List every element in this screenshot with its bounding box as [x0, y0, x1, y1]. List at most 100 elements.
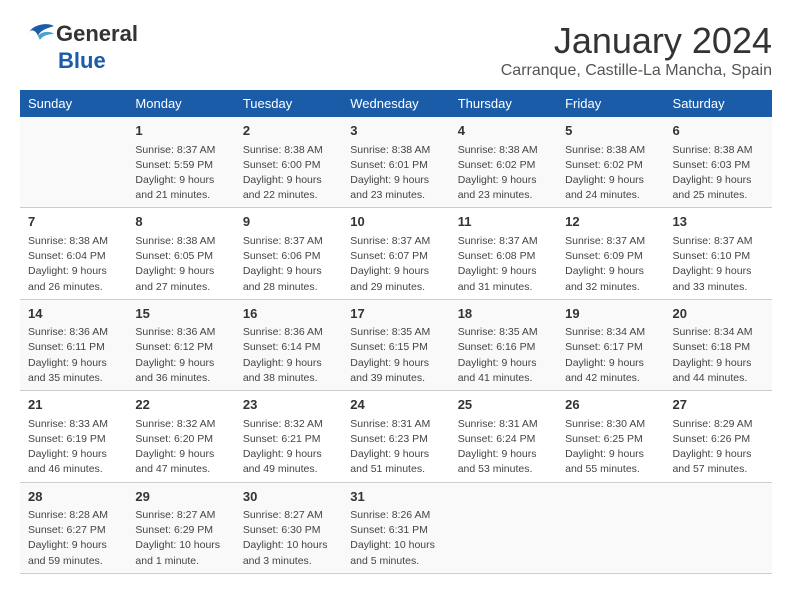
day-info: Sunrise: 8:38 AMSunset: 6:05 PMDaylight:…	[135, 234, 226, 295]
day-number: 23	[243, 395, 334, 415]
day-info: Sunrise: 8:36 AMSunset: 6:11 PMDaylight:…	[28, 325, 119, 386]
calendar-cell: 25Sunrise: 8:31 AMSunset: 6:24 PMDayligh…	[450, 391, 557, 482]
day-number: 14	[28, 304, 119, 324]
week-row-5: 28Sunrise: 8:28 AMSunset: 6:27 PMDayligh…	[20, 482, 772, 573]
day-info: Sunrise: 8:34 AMSunset: 6:17 PMDaylight:…	[565, 325, 656, 386]
calendar-cell: 17Sunrise: 8:35 AMSunset: 6:15 PMDayligh…	[342, 299, 449, 390]
logo-blue-text: Blue	[58, 48, 106, 74]
day-info: Sunrise: 8:38 AMSunset: 6:02 PMDaylight:…	[565, 143, 656, 204]
logo-general-text: General	[56, 21, 138, 47]
calendar-cell: 5Sunrise: 8:38 AMSunset: 6:02 PMDaylight…	[557, 117, 664, 208]
day-number: 18	[458, 304, 549, 324]
calendar-cell: 11Sunrise: 8:37 AMSunset: 6:08 PMDayligh…	[450, 208, 557, 299]
day-number: 26	[565, 395, 656, 415]
week-row-4: 21Sunrise: 8:33 AMSunset: 6:19 PMDayligh…	[20, 391, 772, 482]
day-number: 9	[243, 212, 334, 232]
logo-bird-icon	[20, 20, 56, 48]
calendar-cell: 26Sunrise: 8:30 AMSunset: 6:25 PMDayligh…	[557, 391, 664, 482]
day-number: 12	[565, 212, 656, 232]
day-info: Sunrise: 8:37 AMSunset: 6:10 PMDaylight:…	[673, 234, 764, 295]
calendar-cell: 24Sunrise: 8:31 AMSunset: 6:23 PMDayligh…	[342, 391, 449, 482]
calendar-cell: 18Sunrise: 8:35 AMSunset: 6:16 PMDayligh…	[450, 299, 557, 390]
day-number: 24	[350, 395, 441, 415]
calendar-cell: 22Sunrise: 8:32 AMSunset: 6:20 PMDayligh…	[127, 391, 234, 482]
day-info: Sunrise: 8:31 AMSunset: 6:24 PMDaylight:…	[458, 417, 549, 478]
calendar-cell: 1Sunrise: 8:37 AMSunset: 5:59 PMDaylight…	[127, 117, 234, 208]
day-info: Sunrise: 8:27 AMSunset: 6:29 PMDaylight:…	[135, 508, 226, 569]
week-row-2: 7Sunrise: 8:38 AMSunset: 6:04 PMDaylight…	[20, 208, 772, 299]
day-info: Sunrise: 8:35 AMSunset: 6:15 PMDaylight:…	[350, 325, 441, 386]
day-info: Sunrise: 8:38 AMSunset: 6:03 PMDaylight:…	[673, 143, 764, 204]
day-info: Sunrise: 8:27 AMSunset: 6:30 PMDaylight:…	[243, 508, 334, 569]
page-header: General Blue January 2024 Carranque, Cas…	[20, 20, 772, 80]
calendar-cell: 3Sunrise: 8:38 AMSunset: 6:01 PMDaylight…	[342, 117, 449, 208]
calendar-cell: 20Sunrise: 8:34 AMSunset: 6:18 PMDayligh…	[665, 299, 772, 390]
title-section: January 2024 Carranque, Castille-La Manc…	[501, 20, 772, 80]
day-number: 10	[350, 212, 441, 232]
day-number: 1	[135, 121, 226, 141]
calendar-cell: 10Sunrise: 8:37 AMSunset: 6:07 PMDayligh…	[342, 208, 449, 299]
day-info: Sunrise: 8:37 AMSunset: 6:06 PMDaylight:…	[243, 234, 334, 295]
day-info: Sunrise: 8:33 AMSunset: 6:19 PMDaylight:…	[28, 417, 119, 478]
calendar-cell: 2Sunrise: 8:38 AMSunset: 6:00 PMDaylight…	[235, 117, 342, 208]
day-number: 2	[243, 121, 334, 141]
calendar-cell: 23Sunrise: 8:32 AMSunset: 6:21 PMDayligh…	[235, 391, 342, 482]
weekday-header-wednesday: Wednesday	[342, 90, 449, 117]
day-number: 20	[673, 304, 764, 324]
day-info: Sunrise: 8:32 AMSunset: 6:20 PMDaylight:…	[135, 417, 226, 478]
weekday-header-sunday: Sunday	[20, 90, 127, 117]
calendar-cell: 27Sunrise: 8:29 AMSunset: 6:26 PMDayligh…	[665, 391, 772, 482]
weekday-header-monday: Monday	[127, 90, 234, 117]
day-info: Sunrise: 8:38 AMSunset: 6:04 PMDaylight:…	[28, 234, 119, 295]
calendar-cell: 31Sunrise: 8:26 AMSunset: 6:31 PMDayligh…	[342, 482, 449, 573]
day-info: Sunrise: 8:37 AMSunset: 5:59 PMDaylight:…	[135, 143, 226, 204]
calendar-cell: 16Sunrise: 8:36 AMSunset: 6:14 PMDayligh…	[235, 299, 342, 390]
calendar-cell: 12Sunrise: 8:37 AMSunset: 6:09 PMDayligh…	[557, 208, 664, 299]
day-info: Sunrise: 8:28 AMSunset: 6:27 PMDaylight:…	[28, 508, 119, 569]
location-text: Carranque, Castille-La Mancha, Spain	[501, 62, 772, 80]
day-info: Sunrise: 8:32 AMSunset: 6:21 PMDaylight:…	[243, 417, 334, 478]
day-info: Sunrise: 8:29 AMSunset: 6:26 PMDaylight:…	[673, 417, 764, 478]
calendar-cell: 9Sunrise: 8:37 AMSunset: 6:06 PMDaylight…	[235, 208, 342, 299]
day-number: 17	[350, 304, 441, 324]
day-info: Sunrise: 8:36 AMSunset: 6:12 PMDaylight:…	[135, 325, 226, 386]
day-info: Sunrise: 8:30 AMSunset: 6:25 PMDaylight:…	[565, 417, 656, 478]
day-info: Sunrise: 8:34 AMSunset: 6:18 PMDaylight:…	[673, 325, 764, 386]
calendar-cell: 4Sunrise: 8:38 AMSunset: 6:02 PMDaylight…	[450, 117, 557, 208]
calendar-cell: 19Sunrise: 8:34 AMSunset: 6:17 PMDayligh…	[557, 299, 664, 390]
calendar-cell: 21Sunrise: 8:33 AMSunset: 6:19 PMDayligh…	[20, 391, 127, 482]
day-number: 4	[458, 121, 549, 141]
calendar-cell: 14Sunrise: 8:36 AMSunset: 6:11 PMDayligh…	[20, 299, 127, 390]
calendar-cell: 15Sunrise: 8:36 AMSunset: 6:12 PMDayligh…	[127, 299, 234, 390]
day-number: 5	[565, 121, 656, 141]
day-number: 15	[135, 304, 226, 324]
day-info: Sunrise: 8:36 AMSunset: 6:14 PMDaylight:…	[243, 325, 334, 386]
day-info: Sunrise: 8:37 AMSunset: 6:07 PMDaylight:…	[350, 234, 441, 295]
day-number: 21	[28, 395, 119, 415]
day-number: 11	[458, 212, 549, 232]
day-info: Sunrise: 8:38 AMSunset: 6:02 PMDaylight:…	[458, 143, 549, 204]
calendar-cell: 8Sunrise: 8:38 AMSunset: 6:05 PMDaylight…	[127, 208, 234, 299]
calendar-cell	[450, 482, 557, 573]
week-row-1: 1Sunrise: 8:37 AMSunset: 5:59 PMDaylight…	[20, 117, 772, 208]
day-number: 31	[350, 487, 441, 507]
day-info: Sunrise: 8:38 AMSunset: 6:00 PMDaylight:…	[243, 143, 334, 204]
day-number: 25	[458, 395, 549, 415]
calendar-cell	[20, 117, 127, 208]
calendar-cell	[665, 482, 772, 573]
calendar-cell: 6Sunrise: 8:38 AMSunset: 6:03 PMDaylight…	[665, 117, 772, 208]
day-number: 13	[673, 212, 764, 232]
day-info: Sunrise: 8:35 AMSunset: 6:16 PMDaylight:…	[458, 325, 549, 386]
day-number: 19	[565, 304, 656, 324]
calendar-cell	[557, 482, 664, 573]
day-number: 16	[243, 304, 334, 324]
day-info: Sunrise: 8:31 AMSunset: 6:23 PMDaylight:…	[350, 417, 441, 478]
weekday-header-thursday: Thursday	[450, 90, 557, 117]
day-info: Sunrise: 8:38 AMSunset: 6:01 PMDaylight:…	[350, 143, 441, 204]
day-info: Sunrise: 8:26 AMSunset: 6:31 PMDaylight:…	[350, 508, 441, 569]
day-info: Sunrise: 8:37 AMSunset: 6:08 PMDaylight:…	[458, 234, 549, 295]
weekday-header-friday: Friday	[557, 90, 664, 117]
day-number: 22	[135, 395, 226, 415]
calendar-table: SundayMondayTuesdayWednesdayThursdayFrid…	[20, 90, 772, 574]
day-info: Sunrise: 8:37 AMSunset: 6:09 PMDaylight:…	[565, 234, 656, 295]
